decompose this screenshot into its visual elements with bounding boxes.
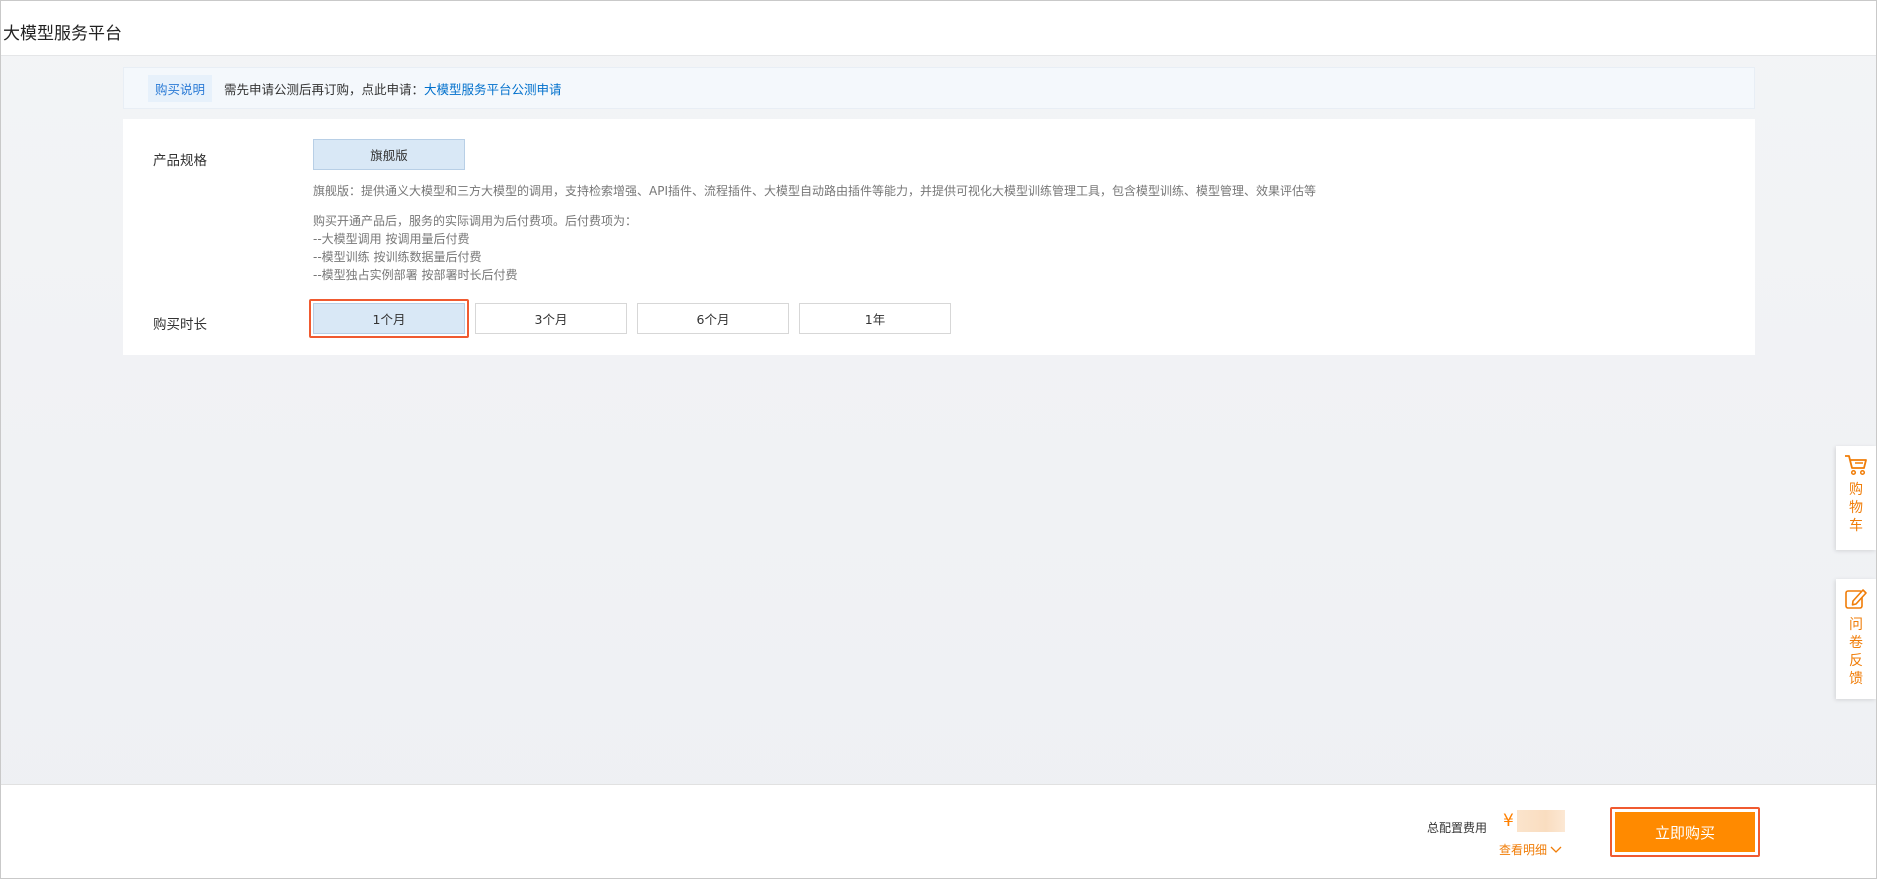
spec-label: 产品规格 — [153, 153, 207, 169]
billing-line: 购买开通产品后，服务的实际调用为后付费项。后付费项为： — [313, 214, 638, 228]
duration-label: 购买时长 — [153, 317, 207, 333]
shopping-cart-label: 购物车 — [1849, 482, 1863, 534]
notice-tag: 购买说明 — [148, 74, 213, 102]
survey-feedback-label: 问卷反馈 — [1849, 617, 1863, 687]
purchase-notice: 购买说明 需先申请公测后再订购，点此申请： 大模型服务平台公测申请 — [123, 67, 1755, 109]
config-panel: 产品规格 旗舰版 旗舰版：提供通义大模型和三方大模型的调用，支持检索增强、API… — [123, 119, 1755, 355]
total-cost-label: 总配置费用 — [1427, 821, 1488, 835]
edit-icon — [1845, 589, 1867, 609]
app-window: 大模型服务平台 购买说明 需先申请公测后再订购，点此申请： 大模型服务平台公测申… — [0, 0, 1877, 879]
cart-icon — [1845, 455, 1867, 476]
page-title: 大模型服务平台 — [3, 24, 122, 44]
buy-now-button[interactable]: 立即购买 — [1615, 812, 1755, 852]
public-beta-apply-link[interactable]: 大模型服务平台公测申请 — [424, 79, 562, 98]
top-bar: 大模型服务平台 — [1, 1, 1876, 56]
shopping-cart-tab[interactable]: 购物车 — [1836, 446, 1876, 550]
billing-line: --模型独占实例部署 按部署时长后付费 — [313, 268, 518, 282]
billing-line: --大模型调用 按调用量后付费 — [313, 232, 470, 246]
view-details-label: 查看明细 — [1499, 843, 1548, 857]
view-details-link[interactable]: 查看明细 — [1499, 841, 1562, 858]
spec-description: 旗舰版：提供通义大模型和三方大模型的调用，支持检索增强、API插件、流程插件、大… — [313, 184, 1316, 198]
checkout-footer: 总配置费用 ¥ 查看明细 立即购买 — [1, 784, 1876, 878]
duration-option-1-year[interactable]: 1年 — [799, 303, 951, 334]
duration-option-1-month[interactable]: 1个月 — [313, 303, 465, 334]
chevron-down-icon — [1550, 846, 1562, 853]
currency-symbol: ¥ — [1503, 811, 1514, 831]
notice-text: 需先申请公测后再订购，点此申请： — [224, 81, 425, 97]
survey-feedback-tab[interactable]: 问卷反馈 — [1836, 579, 1876, 699]
duration-option-3-months[interactable]: 3个月 — [475, 303, 627, 334]
duration-option-6-months[interactable]: 6个月 — [637, 303, 789, 334]
billing-line: --模型训练 按训练数据量后付费 — [313, 250, 482, 264]
price-value-redacted — [1517, 810, 1565, 832]
spec-option-flagship[interactable]: 旗舰版 — [313, 139, 465, 170]
